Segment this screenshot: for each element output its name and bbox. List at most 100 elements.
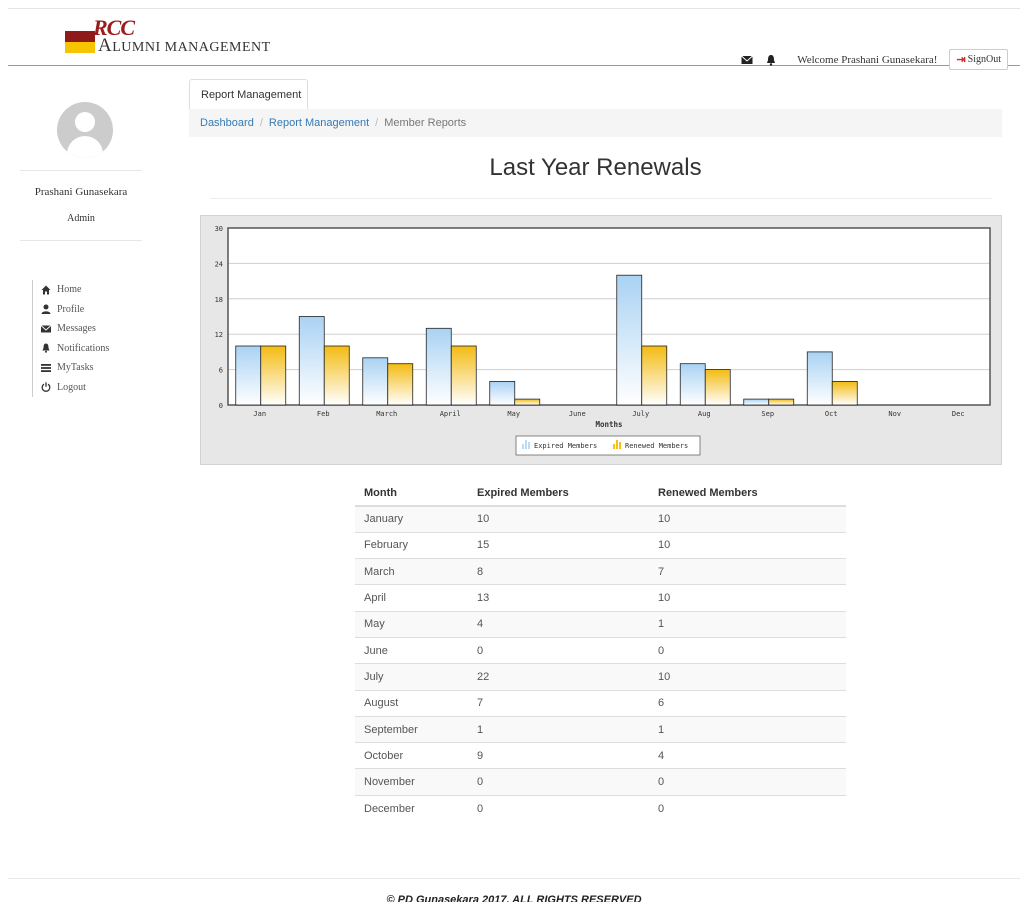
table-header-row: Month Expired Members Renewed Members [355,480,846,507]
bell-icon [42,343,50,354]
tab-report-management[interactable]: Report Management [189,79,308,109]
user-name: Prashani Gunasekara [34,186,128,198]
breadcrumb-dashboard[interactable]: Dashboard [200,117,254,129]
table-row: January 10 10 [355,505,846,533]
table-cell: November [355,768,468,796]
sidebar-item-label: Profile [57,303,85,315]
legend-swatch [616,440,618,449]
table-cell: 6 [649,689,846,717]
sidebar-item-home[interactable]: Home [41,280,109,300]
bar-renewed-members [641,345,668,406]
signout-button[interactable]: ⇥ SignOut [949,49,1008,70]
legend-swatch [522,444,524,449]
table-cell: 13 [468,584,649,612]
renewals-table: Month Expired Members Renewed Members Ja… [355,480,846,822]
avatar [57,102,113,158]
sidebar-item-mytasks[interactable]: MyTasks [41,358,109,378]
sidebar-item-label: Messages [57,323,96,335]
brand-logo[interactable]: RCC Alumni Management [65,15,305,65]
brand-title: Alumni Management [98,35,271,56]
x-tick-label: April [440,410,461,418]
table-cell: 1 [649,715,846,743]
flag-icon [65,31,95,53]
bar-renewed-members [768,398,795,406]
bar-expired-members [679,363,706,406]
table-cell: 7 [468,689,649,717]
bar-expired-members [489,380,516,406]
page-title: Last Year Renewals [489,154,702,181]
y-tick-label: 18 [215,296,223,304]
welcome-text: Welcome Prashani Gunasekara! [797,53,938,66]
footer: © PD Gunasekara 2017. ALL RIGHTS RESERVE… [8,878,1020,902]
signout-label: SignOut [967,54,1001,65]
home-icon [41,285,51,295]
table-cell: 7 [649,558,846,585]
x-tick-label: Dec [952,410,965,418]
bar-expired-members [362,357,389,406]
list-icon [41,363,51,372]
table-cell: 8 [468,558,649,585]
bar-renewed-members [260,345,287,406]
power-icon [41,382,51,393]
bar-expired-members [743,398,770,406]
table-cell: December [355,794,468,822]
table-cell: 0 [468,768,649,796]
table-cell: July [355,663,468,691]
top-navbar: RCC Alumni Management Welcome Prashani G… [8,8,1020,70]
bar-expired-members [425,327,452,406]
table-cell: August [355,689,468,717]
table-row: December 0 0 [355,794,846,822]
table-cell: October [355,742,468,769]
table-row: April 13 10 [355,584,846,612]
column-header: Month [355,480,468,507]
bar-renewed-members [323,345,350,406]
divider [20,240,142,241]
bell-icon[interactable] [765,54,777,66]
table-row: October 9 4 [355,742,846,769]
x-tick-label: Jan [253,410,266,418]
bar-expired-members [806,351,833,406]
table-cell: 9 [468,742,649,769]
table-row: July 22 10 [355,663,846,691]
table-row: September 1 1 [355,715,846,743]
legend-label: Renewed Members [625,442,688,450]
table-cell: January [355,505,468,533]
table-cell: March [355,558,468,585]
column-header: Expired Members [468,480,649,507]
legend-swatch [525,440,527,449]
sidebar-item-messages[interactable]: Messages [41,319,109,339]
bar-expired-members [235,345,262,406]
x-tick-label: Sep [761,410,774,418]
x-tick-label: Feb [317,410,330,418]
envelope-icon[interactable] [741,54,754,66]
copyright-text: © PD Gunasekara 2017. ALL RIGHTS RESERVE… [386,894,642,902]
sidebar-item-profile[interactable]: Profile [41,300,109,320]
y-tick-label: 24 [215,260,223,268]
table-cell: 0 [468,794,649,822]
breadcrumb-report-management[interactable]: Report Management [269,117,369,129]
table-cell: May [355,610,468,638]
legend-swatch [613,444,615,449]
sidebar-item-label: Home [57,284,82,296]
legend-label: Expired Members [534,442,597,450]
table-cell: 22 [468,663,649,691]
sidebar-item-notifications[interactable]: Notifications [41,339,109,359]
y-tick-label: 6 [219,367,223,375]
envelope-icon [41,324,51,333]
sidebar-item-logout[interactable]: Logout [41,378,109,398]
table-cell: September [355,715,468,743]
bar-renewed-members [831,380,858,406]
user-icon [41,304,51,315]
table-cell: 1 [468,715,649,743]
x-tick-label: March [376,410,397,418]
table-cell: June [355,636,468,664]
x-tick-label: Aug [698,410,711,418]
x-tick-label: Nov [888,410,901,418]
x-axis-label: Months [595,420,622,429]
table-cell: 10 [649,663,846,691]
x-tick-label: July [632,410,649,418]
breadcrumb: Dashboard / Report Management / Member Repor… [189,109,1002,137]
table-cell: 10 [468,505,649,533]
divider [210,198,992,199]
x-tick-label: May [507,410,520,418]
